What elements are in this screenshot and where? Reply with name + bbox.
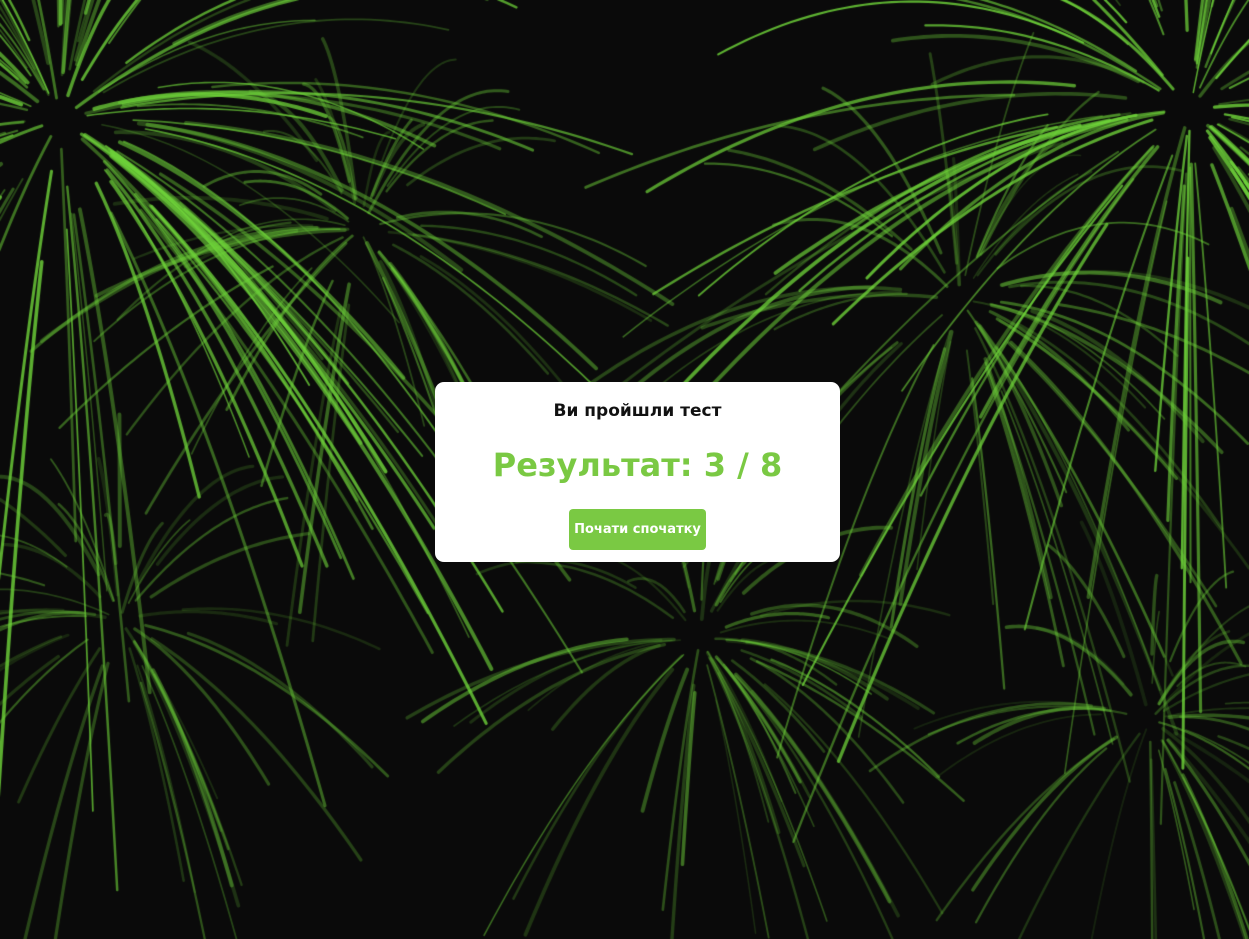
result-dialog: Ви пройшли тест Результат: 3 / 8 Почати …	[435, 382, 840, 562]
result-score: Результат: 3 / 8	[492, 446, 783, 484]
result-heading: Ви пройшли тест	[553, 401, 722, 421]
restart-button[interactable]: Почати спочатку	[569, 509, 706, 550]
